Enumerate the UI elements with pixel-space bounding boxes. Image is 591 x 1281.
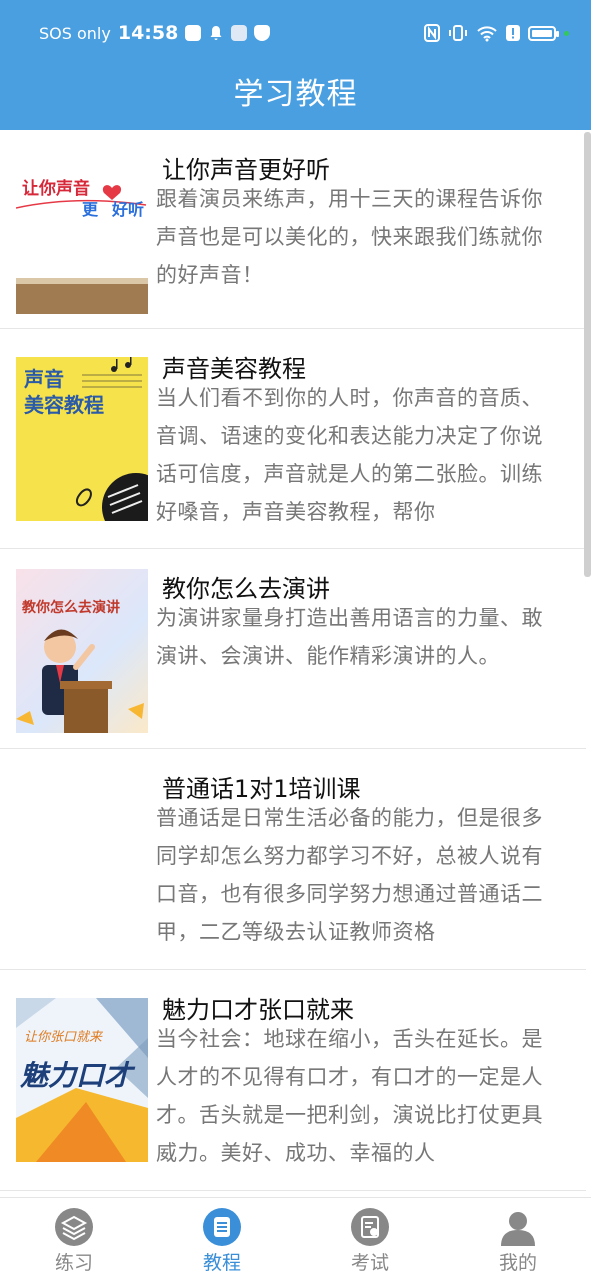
nfc-icon [424, 24, 440, 42]
course-description: 当今社会：地球在缩小，舌头在延长。是人才的不见得有口才，有口才的一定是人才。舌头… [156, 1027, 543, 1165]
tab-label: 练习 [54, 1252, 93, 1274]
status-right [424, 22, 569, 44]
layers-icon [55, 1208, 93, 1246]
tab-exam[interactable]: 考试 [296, 1198, 444, 1281]
scrollbar[interactable] [584, 132, 591, 577]
course-thumbnail: 声音 美容教程 [16, 357, 148, 521]
tab-me[interactable]: 我的 [444, 1198, 591, 1281]
course-thumbnail: 教你怎么去演讲 [16, 569, 148, 733]
alert-icon [506, 25, 520, 41]
page-title: 学习教程 [233, 77, 358, 112]
course-description: 普通话是日常生活必备的能力，但是很多同学却怎么努力都学习不好，总被人说有口音，也… [156, 806, 543, 944]
thumb-text-1: 教你怎么去演讲 [22, 600, 120, 616]
exam-icon [351, 1208, 389, 1246]
tab-label: 考试 [350, 1252, 389, 1274]
course-item-mandarin[interactable]: 普通话1对1培训课 普通话是日常生活必备的能力，但是很多同学却怎么努力都学习不好… [0, 749, 586, 970]
carrier-text: SOS only [39, 23, 111, 43]
course-item-eloquence[interactable]: 让你张口就来 魅力口才 魅力口才张口就来 当今社会：地球在缩小，舌头在延长。是人… [0, 970, 586, 1191]
thumb-text-2: 更 [82, 200, 99, 219]
gallery-notification-icon [231, 25, 248, 41]
bell-icon [208, 25, 224, 41]
wifi-icon [477, 26, 497, 42]
course-item-voice[interactable]: 让你声音 更 好听 让你声音更好听 跟着演员来练声，用十三天的课程告诉你声音也是… [0, 130, 586, 329]
tab-label: 我的 [498, 1252, 537, 1274]
tab-tutorial[interactable]: 教程 [148, 1198, 296, 1281]
thumb-text-1: 声音 [24, 367, 64, 391]
course-thumbnail: 让你张口就来 魅力口才 [16, 998, 148, 1162]
battery-icon [528, 25, 559, 41]
charging-dot [564, 30, 569, 36]
tab-practice[interactable]: 练习 [0, 1198, 148, 1281]
course-item-voice-beauty[interactable]: 声音 美容教程 声音美容教程 当人们看不到你的人时，你声音的音质、音调、语速的变… [0, 329, 586, 549]
clock: 14:58 [117, 22, 179, 44]
bottom-tab-bar: 练习 教程 考试 我的 [0, 1197, 591, 1281]
course-description: 当人们看不到你的人时，你声音的音质、音调、语速的变化和表达能力决定了你说话可信度… [156, 386, 543, 524]
app-bar: 学习教程 [0, 66, 591, 130]
vibrate-icon [449, 25, 467, 41]
thumb-text-2: 魅力口才 [20, 1059, 133, 1092]
app-notification-icon [185, 25, 202, 41]
course-description: 跟着演员来练声，用十三天的课程告诉你声音也是可以美化的，快来跟我们练就你的好声音… [156, 187, 543, 287]
document-icon [203, 1208, 241, 1246]
status-left: SOS only 14:58 [39, 22, 271, 44]
course-thumbnail [16, 769, 148, 933]
thumb-text-1: 让你张口就来 [24, 1030, 103, 1045]
tab-label: 教程 [202, 1252, 241, 1274]
user-icon [499, 1208, 537, 1246]
course-item-speech[interactable]: 教你怎么去演讲 教你怎么去演讲 为演讲家量身打造出善用语言的力量、敢演讲、会演讲… [0, 549, 586, 749]
thumb-text-1: 让你声音 [22, 179, 90, 199]
thumb-text-3: 好听 [112, 200, 145, 219]
thumb-text-2: 美容教程 [24, 393, 104, 417]
course-thumbnail: 让你声音 更 好听 [16, 150, 148, 314]
shield-icon [254, 25, 271, 41]
course-list[interactable]: 让你声音 更 好听 让你声音更好听 跟着演员来练声，用十三天的课程告诉你声音也是… [0, 130, 591, 1197]
status-bar: SOS only 14:58 [0, 0, 591, 66]
course-description: 为演讲家量身打造出善用语言的力量、敢演讲、会演讲、能作精彩演讲的人。 [156, 606, 543, 668]
